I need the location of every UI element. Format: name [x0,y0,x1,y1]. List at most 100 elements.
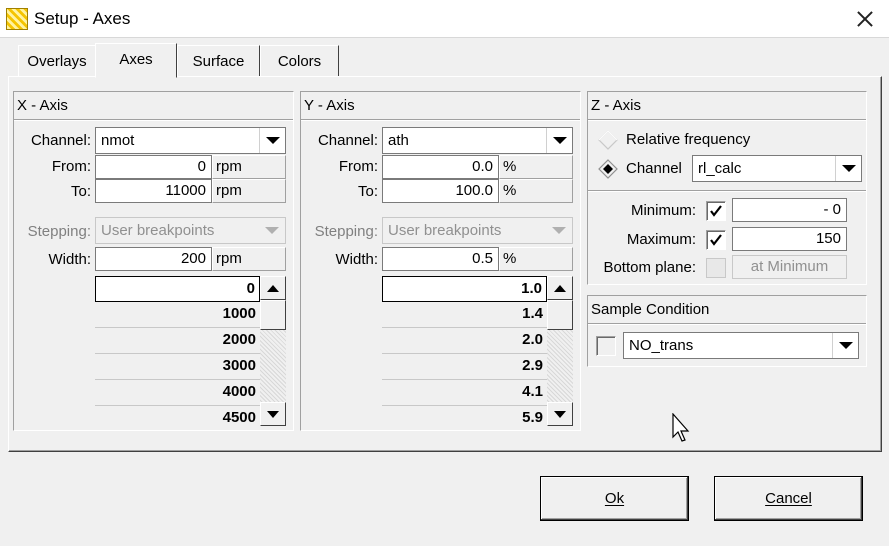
ok-button[interactable]: Ok [540,476,689,521]
x-stepping-label: Stepping: [27,223,91,240]
z-channel-label: Channel [626,160,682,177]
tab-colors-label: Colors [277,53,322,70]
minimum-checkbox[interactable] [706,201,726,221]
title-bar: Setup - Axes [0,0,889,38]
x-list-scrollbar[interactable] [260,276,286,426]
x-stepping-value: User breakpoints [101,222,215,239]
ok-button-label: Ok [604,490,625,507]
y-to-unit: % [499,179,573,203]
arrow-down-icon [554,411,566,418]
channel-radio[interactable] [598,159,618,179]
sample-condition-title: Sample Condition [588,296,866,324]
tab-axes-label: Axes [119,51,153,68]
tab-overlays[interactable]: Overlays [18,45,96,77]
list-item[interactable]: 1000 [95,302,260,328]
y-axis-title: Y - Axis [301,92,580,120]
list-item[interactable]: 1.4 [382,302,547,328]
z-axis-title: Z - Axis [588,92,866,120]
list-item[interactable]: 2.0 [382,328,547,354]
y-to-input[interactable]: 100.0 [382,179,499,203]
sample-condition-checkbox[interactable] [596,336,616,356]
chevron-down-icon[interactable] [832,333,858,358]
x-from-unit: rpm [212,155,286,179]
bottom-plane-label: Bottom plane: [603,259,696,276]
chevron-down-icon[interactable] [835,156,861,181]
list-item[interactable]: 4.1 [382,380,547,406]
chevron-down-icon [546,218,572,243]
z-channel-select[interactable]: rl_calc [692,155,862,182]
list-item[interactable]: 1.0 [382,276,547,302]
window-title: Setup - Axes [34,9,131,28]
app-icon [6,8,28,30]
checkmark-icon [710,205,722,217]
x-stepping-select: User breakpoints [95,217,286,244]
x-from-input[interactable]: 0 [95,155,212,179]
chevron-down-icon[interactable] [546,128,572,153]
list-item[interactable]: 2000 [95,328,260,354]
y-channel-label: Channel: [317,132,378,149]
y-channel-value: ath [388,132,409,149]
x-width-label: Width: [48,251,91,268]
scroll-thumb[interactable] [547,300,573,330]
bottom-plane-checkbox[interactable] [706,258,726,278]
arrow-down-icon [267,411,279,418]
x-from-label: From: [51,158,91,175]
list-item[interactable]: 2.9 [382,354,547,380]
tab-surface-label: Surface [192,53,245,70]
arrow-up-icon [267,285,279,292]
y-stepping-label: Stepping: [314,223,378,240]
y-width-unit: % [499,247,573,271]
scroll-up-button[interactable] [260,276,286,300]
x-channel-select[interactable]: nmot [95,127,286,154]
cancel-button-label: Cancel [765,490,812,507]
y-from-label: From: [338,158,378,175]
x-breakpoint-list[interactable]: 0 1000 2000 3000 4000 4500 [95,276,260,426]
y-from-unit: % [499,155,573,179]
x-to-input[interactable]: 11000 [95,179,212,203]
x-width-input[interactable]: 200 [95,247,212,271]
y-stepping-select: User breakpoints [382,217,573,244]
minimum-input[interactable]: - 0 [732,198,847,222]
minimum-label: Minimum: [630,202,696,219]
tab-overlays-label: Overlays [27,53,87,70]
y-stepping-value: User breakpoints [388,222,502,239]
x-axis-title: X - Axis [14,92,293,120]
x-channel-label: Channel: [30,132,91,149]
tab-surface[interactable]: Surface [177,45,260,77]
x-to-label: To: [70,183,91,200]
arrow-up-icon [554,285,566,292]
tab-axes[interactable]: Axes [95,43,177,78]
y-channel-select[interactable]: ath [382,127,573,154]
maximum-input[interactable]: 150 [732,227,847,251]
list-item[interactable]: 4000 [95,380,260,406]
list-item[interactable]: 0 [95,276,260,302]
sample-condition-select[interactable]: NO_trans [623,332,859,359]
y-breakpoint-list[interactable]: 1.0 1.4 2.0 2.9 4.1 5.9 [382,276,547,426]
maximum-checkbox[interactable] [706,230,726,250]
chevron-down-icon[interactable] [259,128,285,153]
scroll-thumb[interactable] [260,300,286,330]
sample-condition-value: NO_trans [629,337,694,354]
x-width-unit: rpm [212,247,286,271]
y-to-label: To: [357,183,378,200]
scroll-down-button[interactable] [260,402,286,426]
list-item[interactable]: 3000 [95,354,260,380]
tab-colors[interactable]: Colors [260,45,339,77]
y-from-input[interactable]: 0.0 [382,155,499,179]
scroll-up-button[interactable] [547,276,573,300]
y-list-scrollbar[interactable] [547,276,573,426]
list-item[interactable]: 5.9 [382,406,547,426]
close-icon[interactable] [850,5,880,33]
chevron-down-icon [259,218,285,243]
scroll-down-button[interactable] [547,402,573,426]
z-channel-value: rl_calc [698,160,742,177]
mouse-cursor-icon [672,413,690,442]
bottom-plane-input: at Minimum [732,255,847,279]
checkmark-icon [710,234,722,246]
maximum-label: Maximum: [626,231,696,248]
list-item[interactable]: 4500 [95,406,260,426]
relative-frequency-radio[interactable] [598,130,618,150]
y-width-label: Width: [335,251,378,268]
y-width-input[interactable]: 0.5 [382,247,499,271]
cancel-button[interactable]: Cancel [714,476,863,521]
